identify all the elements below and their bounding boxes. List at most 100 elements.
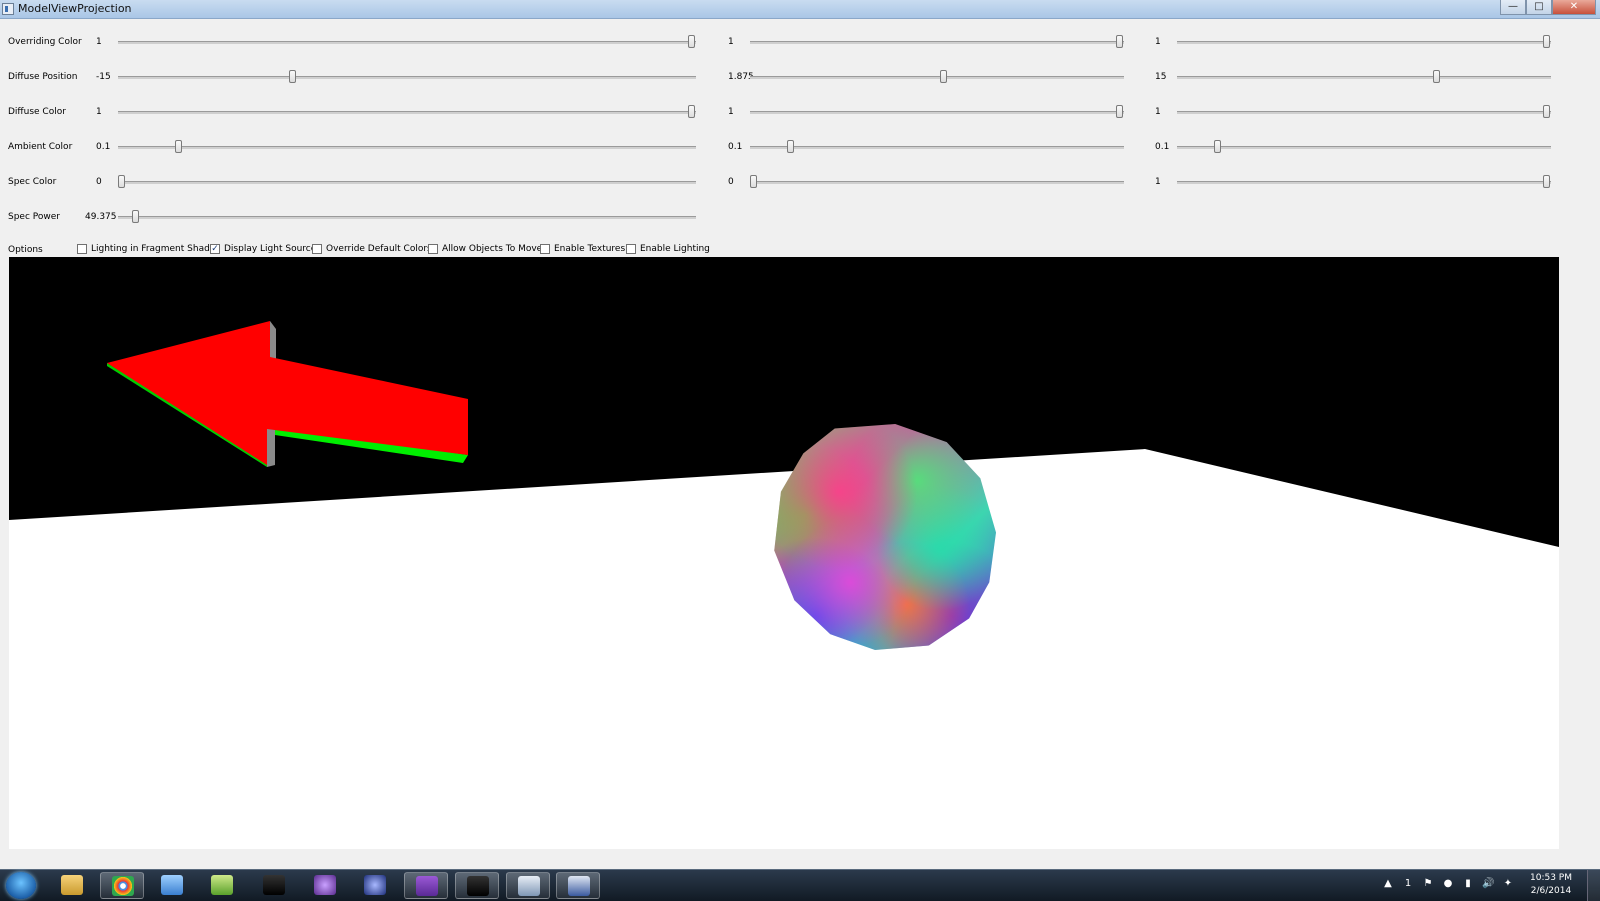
close-button[interactable]: ✕ [1552, 0, 1596, 15]
slider-track[interactable] [750, 146, 1124, 149]
slider-thumb[interactable] [688, 35, 695, 48]
slider[interactable] [750, 175, 1124, 189]
slider-thumb[interactable] [750, 175, 757, 188]
slider[interactable] [1177, 35, 1551, 49]
option-checkbox[interactable]: ✓ Display Light Source [210, 244, 316, 254]
slider-track[interactable] [750, 76, 1124, 79]
taskbar-eclipse-purple-icon[interactable] [303, 872, 347, 899]
taskbar-chrome-icon[interactable] [100, 872, 144, 899]
taskbar-console-icon[interactable] [252, 872, 296, 899]
slider-thumb[interactable] [1213, 140, 1221, 153]
slider-thumb[interactable] [1433, 70, 1441, 83]
slider-thumb[interactable] [1116, 35, 1123, 48]
slider-thumb[interactable] [289, 70, 296, 83]
taskbar-notepad-icon[interactable] [150, 872, 194, 899]
volume-icon[interactable]: 🔊 [1482, 878, 1494, 889]
slider[interactable] [118, 35, 696, 49]
slider-thumb[interactable] [786, 140, 794, 153]
slider-value: 0 [728, 177, 734, 187]
slider[interactable] [118, 175, 696, 189]
checkbox-icon[interactable] [312, 244, 322, 254]
eclipse-purple-glyph-icon [314, 875, 336, 895]
slider[interactable] [750, 105, 1124, 119]
slider-track[interactable] [118, 76, 696, 79]
taskbar: ▲ 1 ⚑ ● ▮ 🔊 ✦ 10:53 PM 2/6/2014 [0, 869, 1600, 901]
arrow-side-face-lower [267, 427, 275, 467]
language-icon[interactable]: 1 [1402, 878, 1414, 889]
checkbox-icon[interactable] [540, 244, 550, 254]
title-bar: ModelViewProjection — □ ✕ [0, 0, 1600, 19]
slider-track[interactable] [1177, 41, 1551, 44]
explorer-glyph-icon [61, 875, 83, 895]
option-checkbox[interactable]: Allow Objects To Move [428, 244, 542, 254]
clock-time: 10:53 PM [1530, 873, 1572, 883]
slider[interactable] [1177, 70, 1551, 84]
slider-track[interactable] [118, 111, 696, 114]
slider-value: 0.1 [96, 142, 111, 152]
slider-track[interactable] [1177, 76, 1551, 79]
slider-thumb[interactable] [1543, 35, 1550, 48]
checkbox-icon[interactable] [428, 244, 438, 254]
slider-track[interactable] [118, 216, 696, 219]
taskbar-eclipse-blue-icon[interactable] [353, 872, 397, 899]
clock[interactable]: 10:53 PM 2/6/2014 [1522, 872, 1580, 898]
red-arrow [107, 321, 468, 465]
slider[interactable] [118, 140, 696, 154]
slider[interactable] [1177, 175, 1551, 189]
taskbar-visual-studio-icon[interactable] [404, 872, 448, 899]
slider[interactable] [750, 140, 1124, 154]
slider-track[interactable] [1177, 111, 1551, 114]
bulb-icon[interactable]: ● [1442, 878, 1454, 889]
option-checkbox[interactable]: Enable Lighting [626, 244, 710, 254]
slider[interactable] [750, 35, 1124, 49]
slider-value: 0 [96, 177, 102, 187]
system-tray: ▲ 1 ⚑ ● ▮ 🔊 ✦ [1382, 878, 1514, 889]
option-checkbox[interactable]: Lighting in Fragment Shader [77, 244, 219, 254]
slider-thumb[interactable] [1543, 105, 1550, 118]
slider-track[interactable] [118, 181, 696, 184]
slider-thumb[interactable] [175, 140, 182, 153]
network-icon[interactable]: ▮ [1462, 878, 1474, 889]
slider-track[interactable] [1177, 146, 1551, 149]
slider-track[interactable] [750, 181, 1124, 184]
row-label: Diffuse Color [8, 107, 66, 117]
slider[interactable] [750, 70, 1124, 84]
slider-track[interactable] [750, 41, 1124, 44]
slider-thumb[interactable] [940, 70, 948, 83]
start-button[interactable] [6, 872, 36, 899]
slider[interactable] [118, 210, 696, 224]
action-center-icon[interactable]: ⚑ [1422, 878, 1434, 889]
minimize-button[interactable]: — [1500, 0, 1526, 15]
checkbox-checked-icon[interactable]: ✓ [210, 244, 220, 254]
taskbar-paint-app-icon[interactable] [556, 872, 600, 899]
dropbox-icon[interactable]: ✦ [1502, 878, 1514, 889]
taskbar-spreadsheet-icon[interactable] [200, 872, 244, 899]
taskbar-window-app-icon[interactable] [506, 872, 550, 899]
checkbox-icon[interactable] [626, 244, 636, 254]
slider[interactable] [118, 70, 696, 84]
slider-thumb[interactable] [132, 210, 140, 223]
show-desktop-button[interactable] [1587, 870, 1600, 901]
slider-thumb[interactable] [118, 175, 125, 188]
slider-value: 1 [728, 107, 734, 117]
row-label: Ambient Color [8, 142, 73, 152]
taskbar-explorer-icon[interactable] [50, 872, 94, 899]
slider-thumb[interactable] [1116, 105, 1123, 118]
slider-track[interactable] [750, 111, 1124, 114]
option-checkbox[interactable]: Override Default Colors [312, 244, 432, 254]
show-hidden-icons-icon[interactable]: ▲ [1382, 878, 1394, 889]
checkbox-icon[interactable] [77, 244, 87, 254]
window-title: ModelViewProjection [18, 2, 132, 15]
taskbar-console-2-icon[interactable] [455, 872, 499, 899]
option-checkbox[interactable]: Enable Textures [540, 244, 625, 254]
slider-thumb[interactable] [1543, 175, 1550, 188]
slider-track[interactable] [118, 41, 696, 44]
slider[interactable] [118, 105, 696, 119]
slider-thumb[interactable] [688, 105, 695, 118]
slider[interactable] [1177, 105, 1551, 119]
slider[interactable] [1177, 140, 1551, 154]
slider-track[interactable] [1177, 181, 1551, 184]
slider-track[interactable] [118, 146, 696, 149]
render-viewport[interactable] [9, 257, 1559, 849]
maximize-button[interactable]: □ [1526, 0, 1552, 15]
